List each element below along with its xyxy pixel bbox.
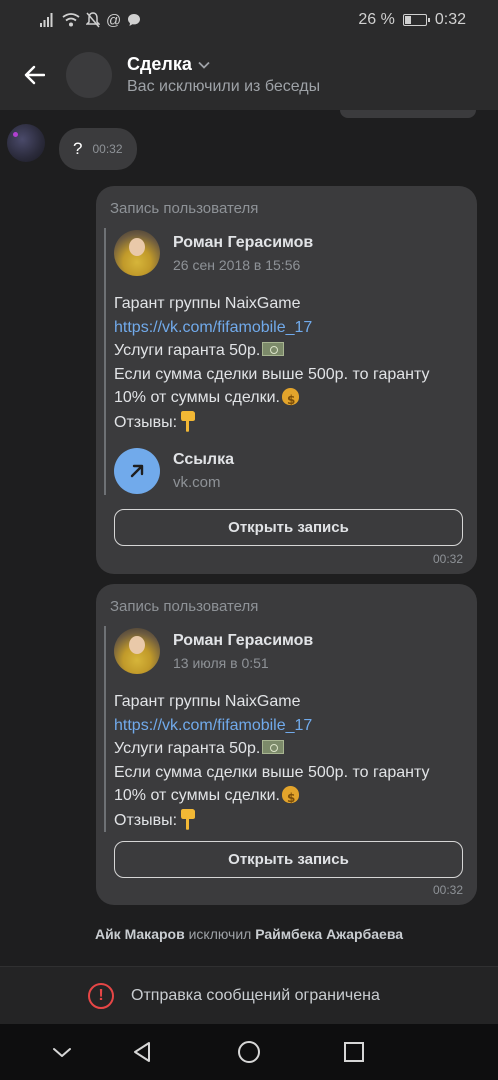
author-name[interactable]: Роман Герасимов [173,234,313,252]
post-author[interactable]: Роман Герасимов 26 сен 2018 в 15:56 [114,228,463,278]
battery-icon [402,14,430,26]
back-triangle-icon[interactable] [130,1040,154,1064]
open-post-button[interactable]: Открыть запись [114,509,463,546]
author-avatar[interactable] [114,628,160,674]
arrow-left-icon [24,65,45,85]
link-attachment[interactable]: Ссылка vk.com [114,447,463,495]
message-bubble[interactable]: ? 00:32 [59,128,137,170]
pointing-down-emoji-icon [181,808,196,830]
author-name[interactable]: Роман Герасимов [173,632,313,650]
post-line: Отзывы: [114,811,178,829]
signal-icon [40,13,53,27]
post-author[interactable]: Роман Герасимов 13 июля в 0:51 [114,626,463,676]
post-line: 10% от суммы сделки. [114,389,280,406]
chevron-down-icon[interactable] [50,1040,74,1064]
message-time: 00:32 [92,142,123,156]
wall-post: Роман Герасимов 13 июля в 0:51 Гарант гр… [104,626,463,832]
post-date: 13 июля в 0:51 [173,654,269,671]
pointing-down-emoji-icon [181,410,196,432]
message-time: 00:32 [432,552,463,566]
home-circle-icon[interactable] [237,1040,261,1064]
mute-icon [86,12,100,28]
message-text: ? [73,139,83,158]
message-time: 00:32 [432,883,463,897]
clock: 0:32 [434,11,466,28]
system-target[interactable]: Раймбека Ажарбаева [255,926,403,942]
warning-icon: ! [88,982,114,1009]
money-bag-emoji-icon [281,388,299,413]
chat-title: Сделка [127,54,192,74]
chat-header: Сделка Вас исключили из беседы [0,40,498,110]
post-line: Если сумма сделки выше 500р. то гаранту [114,365,430,383]
battery-percent: 26 % [358,11,395,28]
wall-post: Роман Герасимов 26 сен 2018 в 15:56 Гара… [104,228,463,495]
restricted-notice-text: Отправка сообщений ограничена [131,986,380,1004]
system-message: Айк Макаров исключил Раймбека Ажарбаева [0,926,498,942]
money-bag-emoji-icon [281,786,299,811]
at-icon: @ [106,11,122,29]
open-post-button[interactable]: Открыть запись [114,841,463,878]
chat-notification-icon [128,14,141,26]
sender-avatar[interactable] [7,124,45,162]
system-action: исключил [188,926,252,942]
post-line: Гарант группы NaixGame [114,295,301,312]
previous-message-bubble [340,110,476,118]
post-line: Услуги гаранта 50р. [114,342,261,359]
chat-avatar[interactable] [66,52,112,98]
attachment-domain: vk.com [173,474,221,491]
money-emoji-icon [262,342,285,356]
wifi-icon [62,13,80,27]
post-text: Гарант группы NaixGame https://vk.com/fi… [114,292,463,434]
external-link-icon [114,448,160,494]
chevron-down-icon [198,61,210,69]
post-line: Если сумма сделки выше 500р. то гаранту [114,763,430,781]
post-label: Запись пользователя [110,598,259,615]
recent-apps-square-icon[interactable] [342,1040,366,1064]
money-emoji-icon [262,740,285,754]
post-label: Запись пользователя [110,200,259,217]
post-line: 10% от суммы сделки. [114,787,280,804]
status-bar: @ 26 % 0:32 [0,0,498,40]
post-line: Услуги гаранта 50р. [114,740,261,757]
wall-post-message[interactable]: Запись пользователя Роман Герасимов 26 с… [96,186,477,574]
back-button[interactable] [20,61,48,89]
post-link[interactable]: https://vk.com/fifamobile_17 [114,714,463,738]
post-link[interactable]: https://vk.com/fifamobile_17 [114,316,463,340]
post-date: 26 сен 2018 в 15:56 [173,256,301,273]
system-actor[interactable]: Айк Макаров [95,926,185,942]
post-text: Гарант группы NaixGame https://vk.com/fi… [114,690,463,832]
restricted-notice-bar: ! Отправка сообщений ограничена [0,966,498,1024]
chat-subtitle: Вас исключили из беседы [127,78,321,95]
attachment-title: Ссылка [173,451,234,468]
post-line: Отзывы: [114,413,178,431]
wall-post-message[interactable]: Запись пользователя Роман Герасимов 13 и… [96,584,477,905]
navigation-bar [0,1024,498,1080]
chat-title-block[interactable]: Сделка Вас исключили из беседы [127,54,320,96]
author-avatar[interactable] [114,230,160,276]
post-line: Гарант группы NaixGame [114,693,301,710]
